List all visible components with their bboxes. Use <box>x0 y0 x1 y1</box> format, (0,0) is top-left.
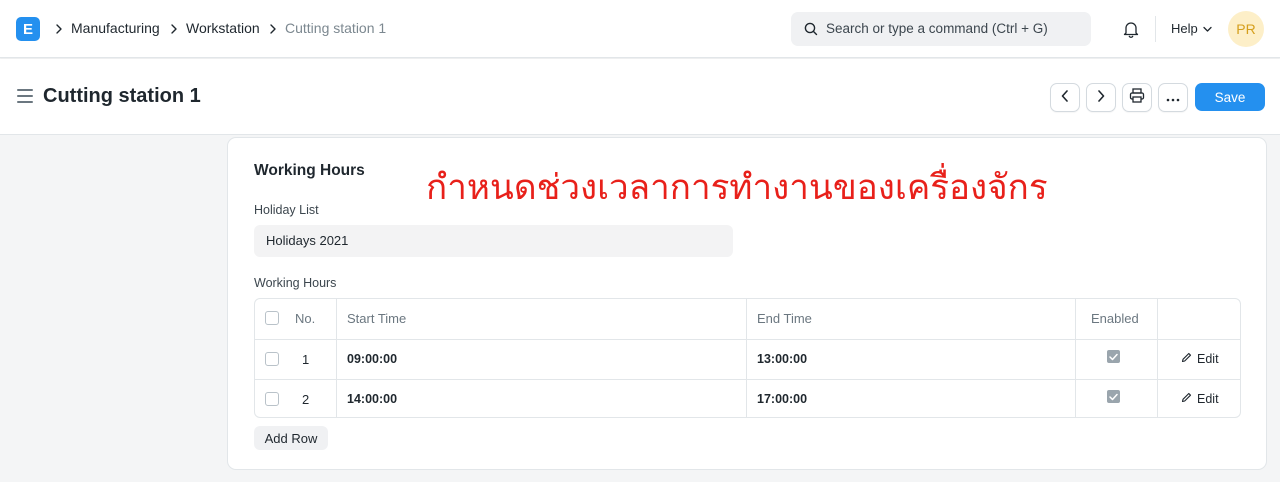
row-checkbox[interactable] <box>265 352 279 366</box>
edit-label: Edit <box>1197 392 1219 406</box>
help-label: Help <box>1171 21 1198 36</box>
save-button[interactable]: Save <box>1195 83 1265 111</box>
start-time-cell[interactable]: 09:00:00 <box>347 352 397 366</box>
table-row[interactable]: 2 14:00:00 17:00:00 Edit <box>255 379 1240 419</box>
table-header-row: No. Start Time End Time Enabled <box>255 299 1240 339</box>
column-header-start-time: Start Time <box>347 311 407 326</box>
help-dropdown[interactable]: Help <box>1171 21 1212 36</box>
annotation-text: กำหนดช่วงเวลาการทำงานของเครื่องจักร <box>426 168 1048 208</box>
page-head: Cutting station 1 Save <box>0 59 1280 135</box>
more-actions-button[interactable] <box>1158 83 1188 112</box>
end-time-cell[interactable]: 17:00:00 <box>757 392 807 406</box>
working-hours-label: Working Hours <box>254 276 337 290</box>
select-all-checkbox[interactable] <box>265 311 279 325</box>
sidebar-toggle-icon[interactable] <box>17 89 33 103</box>
search-icon <box>803 21 819 37</box>
pencil-icon <box>1181 352 1192 366</box>
column-header-enabled: Enabled <box>1091 311 1139 326</box>
enabled-checkbox[interactable] <box>1107 390 1120 403</box>
page-title: Cutting station 1 <box>43 85 201 107</box>
row-number: 1 <box>302 352 310 367</box>
breadcrumb-current: Cutting station 1 <box>285 20 387 36</box>
chevron-right-icon <box>269 20 277 38</box>
printer-icon <box>1129 87 1145 108</box>
notification-bell-icon[interactable] <box>1121 19 1141 39</box>
row-number: 2 <box>302 392 310 407</box>
holiday-list-label: Holiday List <box>254 203 319 217</box>
top-navbar: E Manufacturing Workstation Cutting stat… <box>0 0 1280 58</box>
edit-row-button[interactable]: Edit <box>1181 352 1219 366</box>
chevron-right-icon <box>1097 89 1105 107</box>
check-icon <box>1109 388 1118 406</box>
section-title: Working Hours <box>254 162 365 179</box>
column-header-end-time: End Time <box>757 311 812 326</box>
navbar-divider <box>1155 16 1156 42</box>
working-hours-table: No. Start Time End Time Enabled 1 09:00:… <box>254 298 1241 418</box>
print-button[interactable] <box>1122 83 1152 112</box>
row-checkbox[interactable] <box>265 392 279 406</box>
start-time-cell[interactable]: 14:00:00 <box>347 392 397 406</box>
edit-row-button[interactable]: Edit <box>1181 392 1219 406</box>
more-horizontal-icon <box>1166 89 1180 107</box>
next-record-button[interactable] <box>1086 83 1116 112</box>
holiday-list-field[interactable]: Holidays 2021 <box>254 225 733 257</box>
end-time-cell[interactable]: 13:00:00 <box>757 352 807 366</box>
chevron-down-icon <box>1203 21 1212 36</box>
breadcrumb-workstation[interactable]: Workstation <box>186 19 260 37</box>
search-placeholder: Search or type a command (Ctrl + G) <box>826 21 1048 36</box>
edit-label: Edit <box>1197 352 1219 366</box>
holiday-list-value: Holidays 2021 <box>266 233 349 248</box>
table-row[interactable]: 1 09:00:00 13:00:00 Edit <box>255 339 1240 379</box>
avatar-initials: PR <box>1236 21 1256 37</box>
breadcrumb-manufacturing[interactable]: Manufacturing <box>71 19 160 37</box>
previous-record-button[interactable] <box>1050 83 1080 112</box>
search-input[interactable]: Search or type a command (Ctrl + G) <box>791 12 1091 46</box>
app-logo[interactable]: E <box>16 17 40 41</box>
column-header-no: No. <box>295 311 316 326</box>
form-card: Working Hours กำหนดช่วงเวลาการทำงานของเค… <box>227 137 1267 470</box>
chevron-right-icon <box>55 20 63 38</box>
app-logo-letter: E <box>22 20 33 38</box>
avatar[interactable]: PR <box>1228 11 1264 47</box>
add-row-button[interactable]: Add Row <box>254 426 328 450</box>
chevron-right-icon <box>170 20 178 38</box>
check-icon <box>1109 348 1118 366</box>
chevron-left-icon <box>1061 89 1069 107</box>
enabled-checkbox[interactable] <box>1107 350 1120 363</box>
pencil-icon <box>1181 392 1192 406</box>
